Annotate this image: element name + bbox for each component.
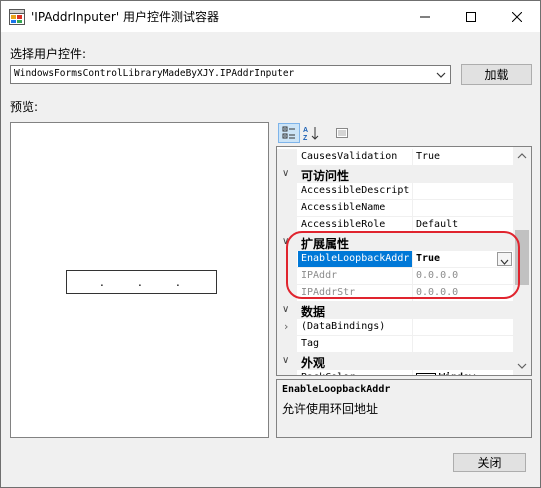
title-bar[interactable]: 'IPAddrInputer' 用户控件测试容器: [1, 1, 540, 32]
select-control-label: 选择用户控件:: [10, 47, 87, 61]
alphabetical-icon: A Z: [303, 127, 319, 141]
close-icon: [512, 11, 522, 22]
property-row[interactable]: › (DataBindings): [277, 319, 513, 336]
svg-text:Z: Z: [303, 135, 308, 141]
property-name: Tag: [301, 338, 320, 349]
close-window-button[interactable]: [494, 1, 540, 32]
minimize-icon: [420, 16, 430, 17]
row-gutter: [277, 183, 297, 200]
app-window-icon: [9, 9, 25, 25]
maximize-button[interactable]: [448, 1, 494, 32]
categorized-icon: [282, 126, 295, 139]
row-gutter: [277, 370, 297, 375]
property-pages-icon: [336, 128, 348, 138]
load-button[interactable]: 加载: [461, 64, 532, 85]
property-category[interactable]: ∨ 可访问性: [277, 166, 513, 183]
column-divider: [412, 336, 413, 353]
categorized-view-button[interactable]: [278, 123, 300, 143]
svg-text:A: A: [303, 127, 308, 134]
property-name: AccessibleDescript: [301, 185, 410, 196]
chevron-right-icon[interactable]: ›: [284, 320, 288, 333]
property-name: AccessibleRole: [301, 219, 386, 230]
column-divider: [412, 370, 413, 375]
ip-address-input[interactable]: . . .: [66, 270, 217, 294]
minimize-button[interactable]: [402, 1, 448, 32]
column-divider: [412, 319, 413, 336]
property-row[interactable]: CausesValidation True: [277, 149, 513, 166]
close-button[interactable]: 关闭: [453, 453, 526, 472]
highlight-annotation: [286, 231, 520, 299]
control-selector-value: WindowsFormsControlLibraryMadeByXJY.IPAd…: [14, 68, 295, 79]
property-value[interactable]: Window: [439, 372, 475, 375]
column-divider: [412, 183, 413, 200]
chevron-down-icon[interactable]: ∨: [282, 355, 289, 366]
ip-separator: .: [100, 275, 104, 289]
scroll-up-icon[interactable]: [517, 152, 527, 160]
maximize-icon: [466, 11, 476, 22]
property-name: BackColor: [301, 372, 412, 375]
property-description-pane: EnableLoopbackAddr 允许使用环回地址: [276, 379, 532, 438]
description-title: EnableLoopbackAddr: [282, 384, 391, 395]
property-name: CausesValidation: [301, 151, 398, 162]
property-pages-button[interactable]: [331, 123, 353, 143]
row-gutter[interactable]: ›: [277, 319, 297, 336]
window-title: 'IPAddrInputer' 用户控件测试容器: [31, 10, 219, 24]
chevron-down-icon[interactable]: ∨: [282, 304, 289, 315]
row-gutter: [277, 336, 297, 353]
control-selector-combobox[interactable]: WindowsFormsControlLibraryMadeByXJY.IPAd…: [10, 65, 451, 84]
alphabetical-view-button[interactable]: A Z: [301, 123, 323, 143]
property-category[interactable]: ∨ 外观: [277, 353, 513, 370]
property-name: AccessibleName: [301, 202, 386, 213]
description-text: 允许使用环回地址: [282, 402, 379, 416]
property-row[interactable]: AccessibleName: [277, 200, 513, 217]
preview-panel: . . .: [10, 122, 269, 438]
column-divider: [412, 149, 413, 166]
property-row[interactable]: BackColor Window: [277, 370, 513, 375]
preview-label: 预览:: [10, 100, 39, 114]
property-name: (DataBindings): [301, 321, 386, 332]
property-row[interactable]: AccessibleDescript: [277, 183, 513, 200]
category-label: 可访问性: [301, 169, 350, 183]
ip-separator: .: [138, 275, 142, 289]
row-gutter: [277, 217, 297, 234]
property-category[interactable]: ∨ 数据: [277, 302, 513, 319]
category-label: 数据: [301, 305, 326, 319]
color-swatch: [416, 373, 436, 375]
row-gutter: [277, 200, 297, 217]
property-value[interactable]: Default: [416, 219, 458, 230]
chevron-down-icon[interactable]: ∨: [282, 168, 289, 179]
property-value[interactable]: True: [416, 151, 440, 162]
column-divider: [412, 200, 413, 217]
test-container-window: 'IPAddrInputer' 用户控件测试容器 选择用户控件: Windows…: [0, 0, 541, 488]
category-label: 外观: [301, 356, 326, 370]
scroll-down-icon[interactable]: [517, 362, 527, 370]
ip-separator: .: [176, 275, 180, 289]
row-gutter: [277, 149, 297, 166]
chevron-down-icon[interactable]: [435, 69, 447, 81]
property-row[interactable]: Tag: [277, 336, 513, 353]
